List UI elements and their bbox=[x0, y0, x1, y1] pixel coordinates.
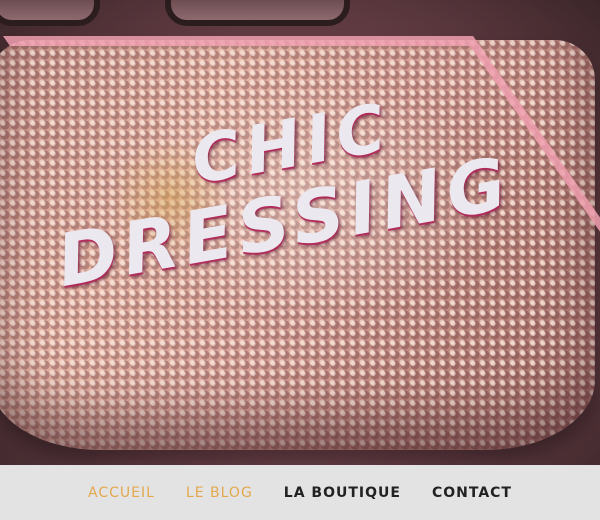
nav-item-le-blog[interactable]: LE BLOG bbox=[186, 481, 253, 505]
hero-banner: CHIC DRESSING bbox=[0, 0, 600, 465]
nav-item-contact[interactable]: CONTACT bbox=[432, 481, 512, 505]
page: CHIC DRESSING ACCUEIL LE BLOG LA BOUTIQU… bbox=[0, 0, 600, 520]
nav-item-la-boutique[interactable]: LA BOUTIQUE bbox=[284, 481, 401, 505]
main-nav: ACCUEIL LE BLOG LA BOUTIQUE CONTACT bbox=[0, 465, 600, 520]
nav-item-accueil[interactable]: ACCUEIL bbox=[88, 481, 155, 505]
